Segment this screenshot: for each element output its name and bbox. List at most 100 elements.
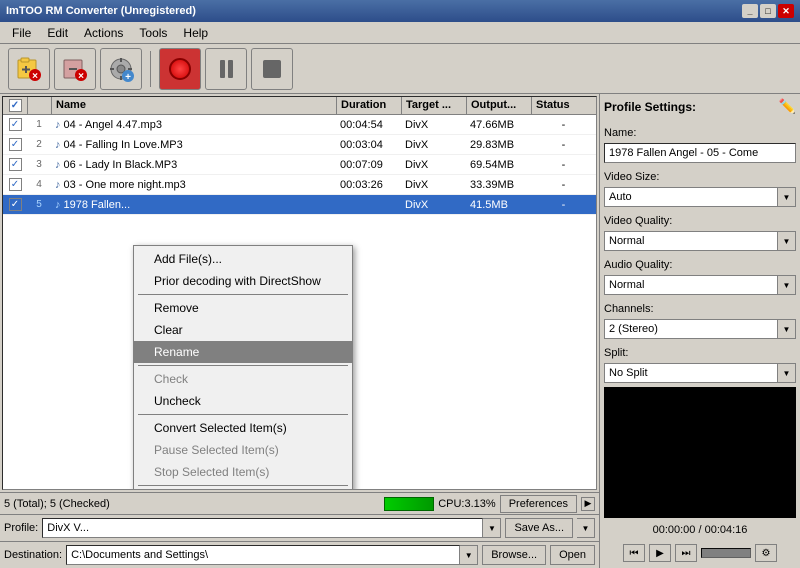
profile-label: Profile: — [4, 522, 38, 534]
menu-tools[interactable]: Tools — [131, 24, 175, 42]
ctx-separator-3 — [138, 414, 348, 415]
file-row[interactable]: ✓ 1 ♪ 04 - Angel 4.47.mp3 00:04:54 DivX … — [3, 115, 596, 135]
file-row[interactable]: ✓ 3 ♪ 06 - Lady In Black.MP3 00:07:09 Di… — [3, 155, 596, 175]
browse-button[interactable]: Browse... — [482, 545, 546, 565]
save-as-button[interactable]: Save As... — [505, 518, 573, 538]
ctx-add-files[interactable]: Add File(s)... — [134, 248, 352, 270]
checkbox-4[interactable]: ✓ — [9, 178, 22, 191]
fast-forward-button[interactable]: ⏭ — [675, 544, 697, 562]
maximize-button[interactable]: □ — [760, 4, 776, 18]
check-cell-3[interactable]: ✓ — [3, 158, 27, 171]
check-cell-4[interactable]: ✓ — [3, 178, 27, 191]
name-input[interactable] — [604, 143, 796, 163]
menu-edit[interactable]: Edit — [39, 24, 76, 42]
check-cell-2[interactable]: ✓ — [3, 138, 27, 151]
playback-controls: ⏮ ▶ ⏭ ⚙ — [604, 542, 796, 564]
rewind-button[interactable]: ⏮ — [623, 544, 645, 562]
preferences-button[interactable]: Preferences — [500, 495, 577, 513]
checkbox-3[interactable]: ✓ — [9, 158, 22, 171]
open-button[interactable]: Open — [550, 545, 595, 565]
status-cell-4: - — [531, 179, 596, 191]
scroll-right-button[interactable]: ▶ — [581, 497, 595, 511]
output-cell-5: 41.5MB — [466, 199, 531, 211]
name-label: Name: — [604, 127, 796, 139]
video-quality-label: Video Quality: — [604, 215, 796, 227]
target-cell-1: DivX — [401, 119, 466, 131]
video-size-arrow[interactable]: ▼ — [778, 187, 796, 207]
toolbar-separator-1 — [150, 51, 151, 87]
music-icon-1: ♪ — [55, 119, 61, 131]
file-row-selected[interactable]: ✓ 5 ♪ 1978 Fallen... DivX 41.5MB - — [3, 195, 596, 215]
convert-button[interactable] — [159, 48, 201, 90]
volume-slider[interactable] — [701, 548, 751, 558]
target-cell-5: DivX — [401, 199, 466, 211]
save-dropdown-arrow[interactable]: ▼ — [577, 518, 595, 538]
music-icon-5: ♪ — [55, 199, 61, 211]
toolbar: × × + — [0, 44, 800, 94]
close-button[interactable]: ✕ — [778, 4, 794, 18]
svg-text:×: × — [78, 71, 84, 82]
name-cell-2: ♪ 04 - Falling In Love.MP3 — [51, 139, 336, 151]
edit-icon[interactable]: ✏️ — [779, 98, 796, 115]
ctx-rename[interactable]: Rename — [134, 341, 352, 363]
stop-button[interactable] — [251, 48, 293, 90]
ctx-add-profile[interactable]: Add Profile — [134, 488, 352, 490]
destination-bar: Destination: C:\Documents and Settings\ … — [0, 541, 599, 568]
check-cell-5[interactable]: ✓ — [3, 198, 27, 211]
name-cell-1: ♪ 04 - Angel 4.47.mp3 — [51, 119, 336, 131]
status-cell-1: - — [531, 119, 596, 131]
file-row[interactable]: ✓ 2 ♪ 04 - Falling In Love.MP3 00:03:04 … — [3, 135, 596, 155]
destination-dropdown-arrow[interactable]: ▼ — [460, 545, 478, 565]
options-button[interactable]: + — [100, 48, 142, 90]
right-panel: Profile Settings: ✏️ Name: Video Size: A… — [600, 94, 800, 568]
checkbox-1[interactable]: ✓ — [9, 118, 22, 131]
status-cell-3: - — [531, 159, 596, 171]
file-row[interactable]: ✓ 4 ♪ 03 - One more night.mp3 00:03:26 D… — [3, 175, 596, 195]
num-cell-4: 4 — [27, 179, 51, 190]
profile-settings-title: Profile Settings: ✏️ — [604, 98, 796, 115]
destination-path[interactable]: C:\Documents and Settings\ — [66, 545, 460, 565]
pause-button[interactable] — [205, 48, 247, 90]
split-arrow[interactable]: ▼ — [778, 363, 796, 383]
status-cell-2: - — [531, 139, 596, 151]
ctx-remove[interactable]: Remove — [134, 297, 352, 319]
check-cell-1[interactable]: ✓ — [3, 118, 27, 131]
main-container: ✓ Name Duration Target ... Output... Sta… — [0, 94, 800, 568]
ctx-convert-selected[interactable]: Convert Selected Item(s) — [134, 417, 352, 439]
ctx-clear[interactable]: Clear — [134, 319, 352, 341]
checkbox-5[interactable]: ✓ — [9, 198, 22, 211]
split-label: Split: — [604, 347, 796, 359]
audio-quality-arrow[interactable]: ▼ — [778, 275, 796, 295]
settings-button[interactable]: ⚙ — [755, 544, 777, 562]
file-list-header: ✓ Name Duration Target ... Output... Sta… — [3, 97, 596, 115]
menu-file[interactable]: File — [4, 24, 39, 42]
remove-button[interactable]: × — [54, 48, 96, 90]
name-cell-5: ♪ 1978 Fallen... — [51, 199, 336, 211]
minimize-button[interactable]: _ — [742, 4, 758, 18]
profile-value[interactable]: DivX V... — [42, 518, 483, 538]
play-button[interactable]: ▶ — [649, 544, 671, 562]
profile-dropdown-arrow[interactable]: ▼ — [483, 518, 501, 538]
header-output: Output... — [466, 97, 531, 114]
ctx-separator-1 — [138, 294, 348, 295]
target-cell-2: DivX — [401, 139, 466, 151]
menu-actions[interactable]: Actions — [76, 24, 131, 42]
audio-quality-select-wrapper: Normal ▼ — [604, 275, 796, 295]
ctx-separator-4 — [138, 485, 348, 486]
check-all[interactable]: ✓ — [9, 99, 22, 112]
video-quality-arrow[interactable]: ▼ — [778, 231, 796, 251]
channels-arrow[interactable]: ▼ — [778, 319, 796, 339]
total-count: 5 (Total); 5 (Checked) — [4, 498, 110, 510]
header-num — [27, 97, 51, 114]
menu-help[interactable]: Help — [175, 24, 216, 42]
file-list-container: ✓ Name Duration Target ... Output... Sta… — [2, 96, 597, 490]
music-icon-4: ♪ — [55, 179, 61, 191]
add-files-button[interactable]: × — [8, 48, 50, 90]
music-icon-3: ♪ — [55, 159, 61, 171]
context-menu: Add File(s)... Prior decoding with Direc… — [133, 245, 353, 490]
ctx-uncheck[interactable]: Uncheck — [134, 390, 352, 412]
filename-3: 06 - Lady In Black.MP3 — [64, 159, 178, 171]
ctx-prior-decoding[interactable]: Prior decoding with DirectShow — [134, 270, 352, 292]
checkbox-2[interactable]: ✓ — [9, 138, 22, 151]
video-size-select-wrapper: Auto ▼ — [604, 187, 796, 207]
